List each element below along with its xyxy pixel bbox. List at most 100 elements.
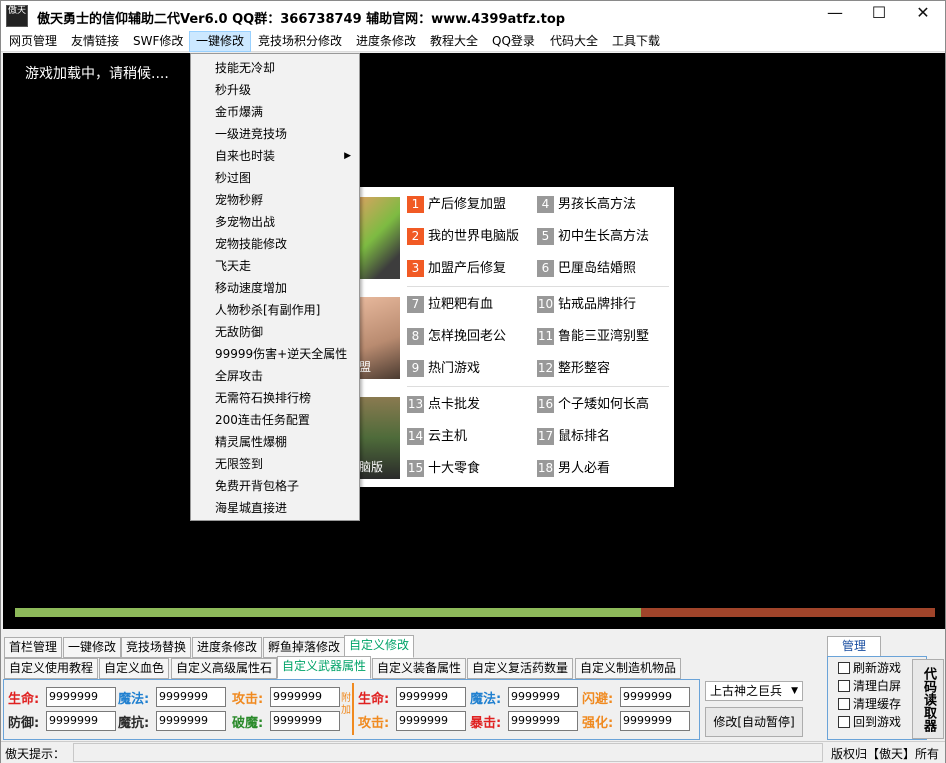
ad-thumb-2[interactable]: 盟 bbox=[359, 297, 400, 379]
menu-arena-points[interactable]: 竞技场积分修改 bbox=[252, 31, 348, 52]
checkbox-icon bbox=[838, 662, 850, 674]
weapon-select-value: 上古神之巨兵 bbox=[710, 684, 783, 698]
menu-code-collection[interactable]: 代码大全 bbox=[544, 31, 604, 52]
ad-link-text: 产后修复加盟 bbox=[428, 197, 507, 212]
right-attr-label: 强化: bbox=[582, 716, 614, 731]
ad-thumb-caption: 脑版 bbox=[359, 460, 384, 474]
right-attr-input[interactable]: 9999999 bbox=[508, 687, 578, 707]
ad-link-item[interactable]: 3 加盟产后修复 bbox=[407, 258, 506, 280]
dropdown-item[interactable]: 宠物技能修改 bbox=[215, 233, 355, 255]
ad-link-item[interactable]: 10 钻戒品牌排行 bbox=[537, 294, 636, 316]
ad-link-text: 鲁能三亚湾别墅 bbox=[558, 329, 650, 344]
ad-link-item[interactable]: 6 巴厘岛结婚照 bbox=[537, 258, 636, 280]
menu-friend-links[interactable]: 友情链接 bbox=[65, 31, 125, 52]
dropdown-item[interactable]: 秒升级 bbox=[215, 79, 355, 101]
menu-tool-download[interactable]: 工具下载 bbox=[606, 31, 666, 52]
left-attr-input[interactable]: 9999999 bbox=[46, 687, 116, 707]
ad-thumb-3[interactable]: 脑版 bbox=[359, 397, 400, 479]
dropdown-item[interactable]: 200连击任务配置 bbox=[215, 409, 355, 431]
back-to-game-checkbox[interactable]: 回到游戏 bbox=[838, 713, 901, 731]
tab-arena-replace[interactable]: 竞技场替换 bbox=[121, 637, 192, 658]
ad-link-item[interactable]: 4 男孩长高方法 bbox=[537, 194, 636, 216]
ad-link-item[interactable]: 17 鼠标排名 bbox=[537, 426, 610, 448]
tab-header-manage[interactable]: 首栏管理 bbox=[4, 637, 63, 658]
ad-link-item[interactable]: 8 怎样挽回老公 bbox=[407, 326, 506, 348]
menu-tutorials[interactable]: 教程大全 bbox=[424, 31, 484, 52]
left-attr-input[interactable]: 9999999 bbox=[270, 687, 340, 707]
maximize-button[interactable]: ☐ bbox=[857, 1, 901, 29]
tab-custom-modify[interactable]: 自定义修改 bbox=[344, 635, 415, 658]
dropdown-item[interactable]: 海星城直接进 bbox=[215, 497, 355, 519]
menu-swf-modify[interactable]: SWF修改 bbox=[127, 31, 189, 52]
right-attr-input[interactable]: 9999999 bbox=[396, 711, 466, 731]
code-reader-button[interactable]: 代码读取器 bbox=[912, 659, 944, 739]
ad-link-text: 初中生长高方法 bbox=[558, 229, 650, 244]
tab-custom-equip-attr[interactable]: 自定义装备属性 bbox=[372, 658, 467, 679]
menu-web-manage[interactable]: 网页管理 bbox=[3, 31, 63, 52]
ad-link-item[interactable]: 13 点卡批发 bbox=[407, 394, 480, 416]
dropdown-item[interactable]: 自来也时装 bbox=[215, 145, 355, 167]
ad-link-item[interactable]: 16 个子矮如何长高 bbox=[537, 394, 649, 416]
dropdown-item[interactable]: 精灵属性爆棚 bbox=[215, 431, 355, 453]
ad-thumb-1[interactable] bbox=[359, 197, 400, 279]
ad-link-text: 男孩长高方法 bbox=[558, 197, 637, 212]
menu-progress-modify[interactable]: 进度条修改 bbox=[350, 31, 422, 52]
tab-manage[interactable]: 管理 bbox=[827, 636, 881, 657]
dropdown-item[interactable]: 技能无冷却 bbox=[215, 57, 355, 79]
tab-fish-drop-modify[interactable]: 孵鱼掉落修改 bbox=[263, 637, 346, 658]
ad-link-item[interactable]: 12 整形整容 bbox=[537, 358, 610, 380]
right-attr-input[interactable]: 9999999 bbox=[620, 687, 690, 707]
tab-custom-blood[interactable]: 自定义血色 bbox=[99, 658, 170, 679]
dropdown-item[interactable]: 多宠物出战 bbox=[215, 211, 355, 233]
dropdown-item[interactable]: 金币爆满 bbox=[215, 101, 355, 123]
ad-link-item[interactable]: 9 热门游戏 bbox=[407, 358, 480, 380]
left-attr-input[interactable]: 9999999 bbox=[46, 711, 116, 731]
ad-link-item[interactable]: 2 我的世界电脑版 bbox=[407, 226, 519, 248]
close-button[interactable]: ✕ bbox=[901, 1, 945, 29]
dropdown-item[interactable]: 无限签到 bbox=[215, 453, 355, 475]
tab-progress-modify[interactable]: 进度条修改 bbox=[192, 637, 263, 658]
clear-white-screen-checkbox[interactable]: 清理白屏 bbox=[838, 677, 901, 695]
left-attr-input[interactable]: 9999999 bbox=[156, 687, 226, 707]
ad-link-item[interactable]: 18 男人必看 bbox=[537, 458, 610, 480]
menu-qq-login[interactable]: QQ登录 bbox=[486, 31, 541, 52]
tab-one-click-modify[interactable]: 一键修改 bbox=[63, 637, 122, 658]
dropdown-item[interactable]: 无需符石换排行榜 bbox=[215, 387, 355, 409]
modify-auto-pause-button[interactable]: 修改[自动暂停] bbox=[705, 707, 803, 737]
right-attr-input[interactable]: 9999999 bbox=[620, 711, 690, 731]
dropdown-item[interactable]: 全屏攻击 bbox=[215, 365, 355, 387]
dropdown-item[interactable]: 99999伤害+逆天全属性 bbox=[215, 343, 355, 365]
tab-custom-tutorial[interactable]: 自定义使用教程 bbox=[4, 658, 99, 679]
dropdown-item[interactable]: 移动速度增加 bbox=[215, 277, 355, 299]
minimize-button[interactable]: — bbox=[813, 1, 857, 29]
dropdown-item[interactable]: 秒过图 bbox=[215, 167, 355, 189]
dropdown-item[interactable]: 免费开背包格子 bbox=[215, 475, 355, 497]
ad-link-item[interactable]: 1 产后修复加盟 bbox=[407, 194, 506, 216]
clear-cache-checkbox[interactable]: 清理缓存 bbox=[838, 695, 901, 713]
ad-link-item[interactable]: 11 鲁能三亚湾别墅 bbox=[537, 326, 649, 348]
ad-link-item[interactable]: 7 拉粑粑有血 bbox=[407, 294, 493, 316]
dropdown-item[interactable]: 宠物秒孵 bbox=[215, 189, 355, 211]
tab-custom-attr-stone[interactable]: 自定义高级属性石 bbox=[171, 658, 278, 679]
left-attr-input[interactable]: 9999999 bbox=[156, 711, 226, 731]
dropdown-item[interactable]: 一级进竞技场 bbox=[215, 123, 355, 145]
ad-link-item[interactable]: 15 十大零食 bbox=[407, 458, 480, 480]
dropdown-item[interactable]: 人物秒杀[有副作用] bbox=[215, 299, 355, 321]
ad-link-text: 鼠标排名 bbox=[558, 429, 611, 444]
tab-custom-weapon-attr[interactable]: 自定义武器属性 bbox=[277, 656, 372, 679]
left-attr-input[interactable]: 9999999 bbox=[270, 711, 340, 731]
dropdown-item[interactable]: 飞天走 bbox=[215, 255, 355, 277]
tab-custom-machine-items[interactable]: 自定义制造机物品 bbox=[575, 658, 682, 679]
right-attr-input[interactable]: 9999999 bbox=[396, 687, 466, 707]
right-attr-input[interactable]: 9999999 bbox=[508, 711, 578, 731]
left-attr-label: 防御: bbox=[8, 716, 40, 731]
tab-custom-revive-potion[interactable]: 自定义复活药数量 bbox=[467, 658, 574, 679]
loading-progress-bar bbox=[15, 608, 935, 617]
ad-panel: 盟 脑版 1 产后修复加盟 4 男孩长高方法 2 我的世界电脑版 5 初中生长高方法 3 加盟产后… bbox=[359, 187, 674, 487]
ad-link-item[interactable]: 14 云主机 bbox=[407, 426, 467, 448]
ad-link-item[interactable]: 5 初中生长高方法 bbox=[537, 226, 649, 248]
weapon-select[interactable]: 上古神之巨兵 ▼ bbox=[705, 681, 803, 701]
refresh-game-checkbox[interactable]: 刷新游戏 bbox=[838, 659, 901, 677]
menu-one-click-modify[interactable]: 一键修改 bbox=[189, 31, 252, 52]
dropdown-item[interactable]: 无敌防御 bbox=[215, 321, 355, 343]
